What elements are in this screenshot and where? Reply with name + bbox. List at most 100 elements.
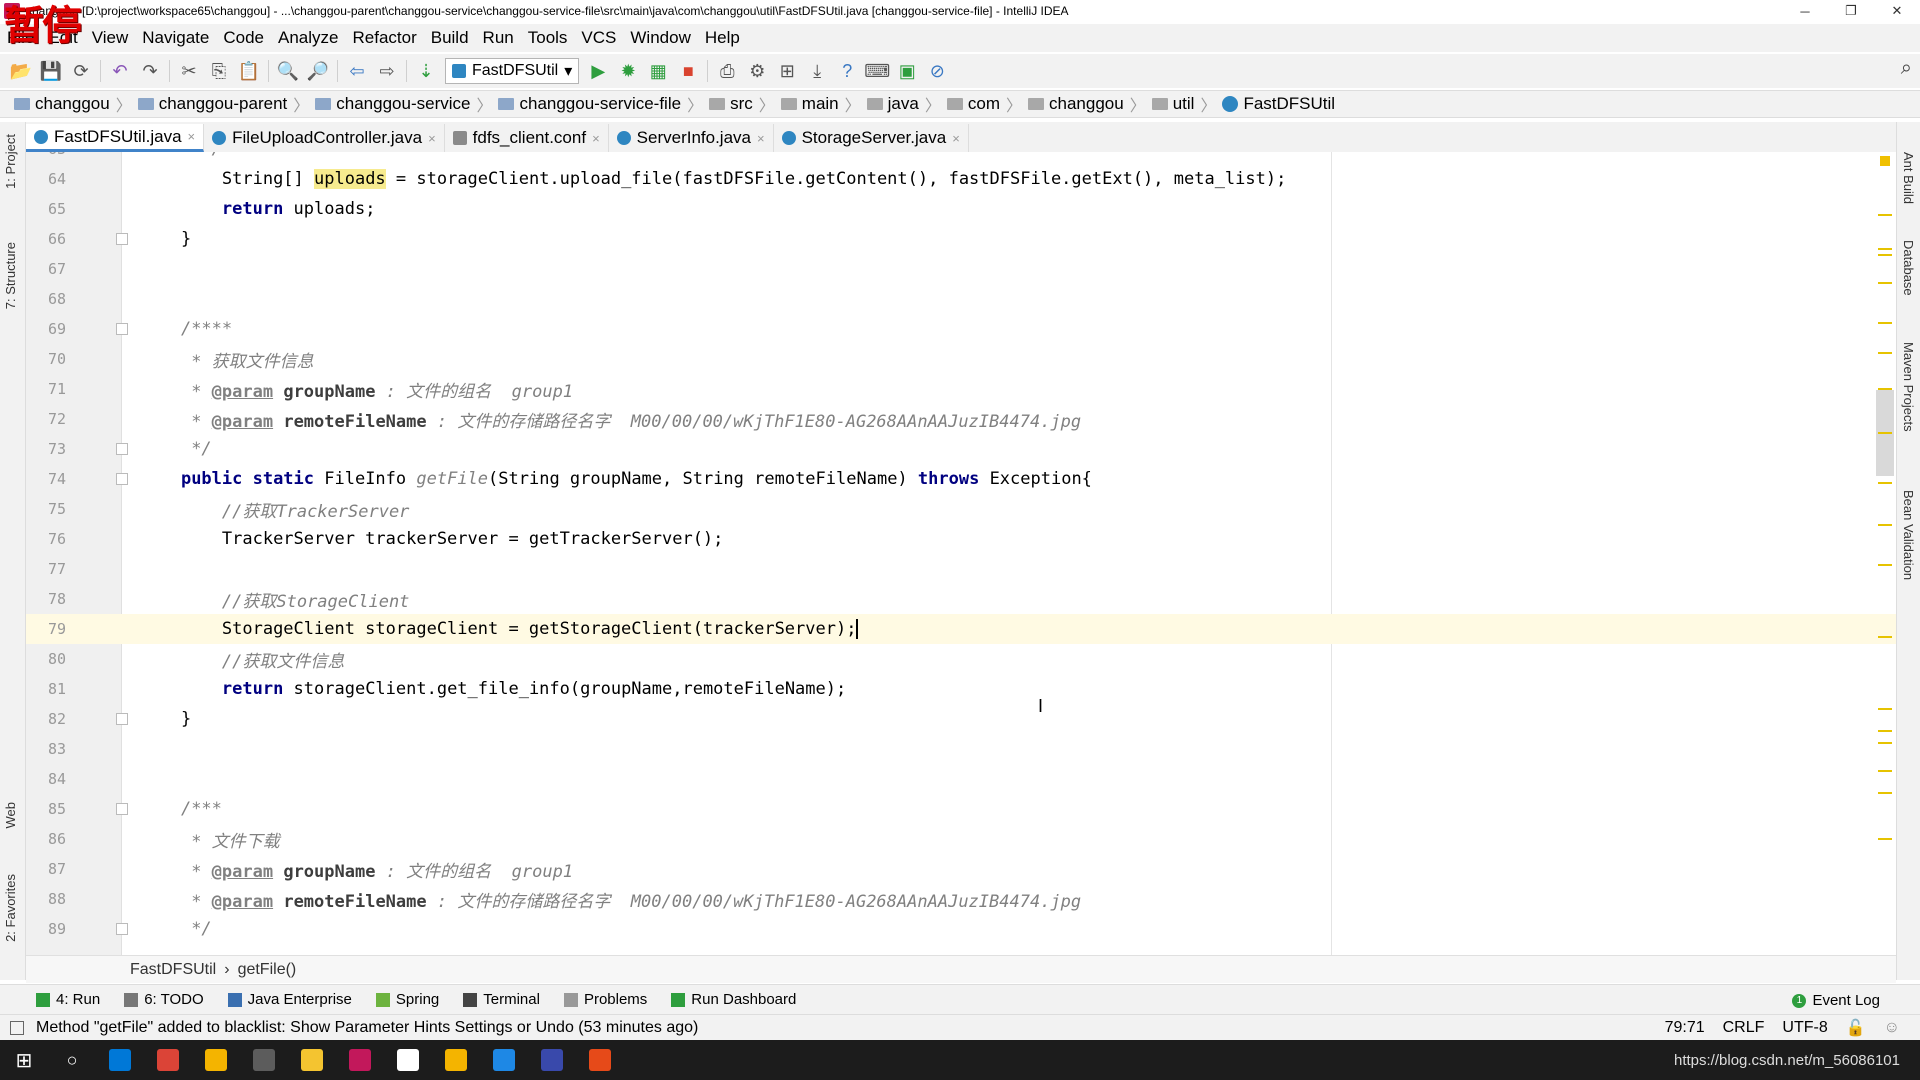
menu-refactor[interactable]: Refactor xyxy=(345,28,423,48)
tool-tab-database[interactable]: Database xyxy=(1901,240,1916,296)
breadcrumb-changgou-parent[interactable]: changgou-parent xyxy=(132,94,294,114)
breadcrumb-changgou-service[interactable]: changgou-service xyxy=(309,94,476,114)
fold-marker-icon[interactable] xyxy=(116,923,128,935)
download-icon[interactable]: ⤓ xyxy=(802,57,832,85)
warning-mark[interactable] xyxy=(1878,770,1892,772)
tool-tab-favorites[interactable]: 2: Favorites xyxy=(3,874,18,942)
code-line[interactable]: 86 * 文件下载 xyxy=(26,824,1896,854)
editor-tab[interactable]: ServerInfo.java × xyxy=(609,124,774,152)
settings-icon[interactable]: ⚙ xyxy=(742,57,772,85)
warning-mark[interactable] xyxy=(1878,636,1892,638)
code-line[interactable]: 84 xyxy=(26,764,1896,794)
tool-tab-bean-validation[interactable]: Bean Validation xyxy=(1901,490,1916,580)
editor-tab[interactable]: FastDFSUtil.java × xyxy=(26,124,205,152)
warning-mark[interactable] xyxy=(1878,742,1892,744)
breadcrumb-src[interactable]: src xyxy=(703,94,759,114)
code-line[interactable]: 82 } xyxy=(26,704,1896,734)
taskbar-app-icon[interactable] xyxy=(288,1040,336,1080)
menu-tools[interactable]: Tools xyxy=(521,28,575,48)
editor-tab[interactable]: fdfs_client.conf × xyxy=(445,124,609,152)
taskbar-app-icon[interactable] xyxy=(384,1040,432,1080)
taskbar-app-icon[interactable] xyxy=(96,1040,144,1080)
menu-vcs[interactable]: VCS xyxy=(574,28,623,48)
undo-icon[interactable]: ↶ xyxy=(105,57,135,85)
menu-code[interactable]: Code xyxy=(216,28,271,48)
editor-tab[interactable]: StorageServer.java × xyxy=(774,124,969,152)
warning-mark[interactable] xyxy=(1878,708,1892,710)
menu-build[interactable]: Build xyxy=(424,28,476,48)
back-icon[interactable]: ⇦ xyxy=(342,57,372,85)
code-editor[interactable]: 63 */64 String[] uploads = storageClient… xyxy=(26,152,1896,955)
taskbar-app-icon[interactable] xyxy=(144,1040,192,1080)
fold-marker-icon[interactable] xyxy=(116,443,128,455)
caret-position[interactable]: 79:71 xyxy=(1665,1019,1705,1037)
menu-navigate[interactable]: Navigate xyxy=(135,28,216,48)
line-separator[interactable]: CRLF xyxy=(1723,1019,1765,1037)
taskbar-app-icon[interactable] xyxy=(240,1040,288,1080)
code-line[interactable]: 74 public static FileInfo getFile(String… xyxy=(26,464,1896,494)
tool-window-button[interactable]: Problems xyxy=(563,991,647,1008)
redo-icon[interactable]: ↷ xyxy=(135,57,165,85)
tool-tab-ant-build[interactable]: Ant Build xyxy=(1901,152,1916,204)
warning-mark[interactable] xyxy=(1878,730,1892,732)
breadcrumb-changgou[interactable]: changgou xyxy=(1022,94,1130,114)
code-line[interactable]: 73 */ xyxy=(26,434,1896,464)
status-toggle-icon[interactable] xyxy=(10,1020,24,1035)
search-icon[interactable]: ○ xyxy=(48,1040,96,1080)
tool-tab-project[interactable]: 1: Project xyxy=(3,134,18,189)
breadcrumb-method[interactable]: getFile() xyxy=(238,961,297,979)
fold-marker-icon[interactable] xyxy=(116,323,128,335)
breadcrumb-fastdfsutil[interactable]: FastDFSUtil xyxy=(1216,94,1341,114)
tool-window-button[interactable]: Terminal xyxy=(463,991,540,1008)
code-line[interactable]: 75 //获取TrackerServer xyxy=(26,494,1896,524)
project-structure-icon[interactable]: ⊞ xyxy=(772,57,802,85)
cut-icon[interactable]: ✂ xyxy=(174,57,204,85)
warning-mark[interactable] xyxy=(1878,564,1892,566)
breadcrumb-com[interactable]: com xyxy=(941,94,1006,114)
code-line[interactable]: 65 return uploads; xyxy=(26,194,1896,224)
warning-mark[interactable] xyxy=(1878,352,1892,354)
close-button[interactable]: ✕ xyxy=(1874,0,1920,22)
attach-icon[interactable]: ⎙ xyxy=(712,57,742,85)
warning-mark[interactable] xyxy=(1878,524,1892,526)
build-icon[interactable]: ⇣ xyxy=(411,57,441,85)
breadcrumb-changgou[interactable]: changgou xyxy=(8,94,116,114)
menu-window[interactable]: Window xyxy=(623,28,697,48)
tool-tab-structure[interactable]: 7: Structure xyxy=(3,242,18,309)
warning-mark[interactable] xyxy=(1878,254,1892,256)
taskbar-app-icon[interactable] xyxy=(192,1040,240,1080)
editor-tab[interactable]: FileUploadController.java × xyxy=(204,124,445,152)
fold-marker-icon[interactable] xyxy=(116,473,128,485)
replace-icon[interactable]: 🔎 xyxy=(303,57,333,85)
tool-window-button[interactable]: Run Dashboard xyxy=(671,991,796,1008)
help-icon[interactable]: ? xyxy=(832,57,862,85)
taskbar-app-icon[interactable] xyxy=(576,1040,624,1080)
code-line[interactable]: 88 * @param remoteFileName : 文件的存储路径名字 M… xyxy=(26,884,1896,914)
run-configuration-select[interactable]: FastDFSUtil ▾ xyxy=(445,58,580,84)
tool-window-button[interactable]: Java Enterprise xyxy=(227,991,352,1008)
warning-mark[interactable] xyxy=(1878,214,1892,216)
debug-icon[interactable]: ✹ xyxy=(613,57,643,85)
minimize-button[interactable]: ─ xyxy=(1782,0,1828,22)
stop-icon[interactable]: ■ xyxy=(673,57,703,85)
code-line[interactable]: 78 //获取StorageClient xyxy=(26,584,1896,614)
copy-icon[interactable]: ⎘ xyxy=(204,57,234,85)
code-line[interactable]: 70 * 获取文件信息 xyxy=(26,344,1896,374)
taskbar-app-icon[interactable] xyxy=(528,1040,576,1080)
breadcrumb-class[interactable]: FastDFSUtil xyxy=(130,961,216,979)
code-line[interactable]: 67 xyxy=(26,254,1896,284)
taskbar-app-icon[interactable] xyxy=(336,1040,384,1080)
hector-icon[interactable]: ☺ xyxy=(1884,1019,1900,1037)
status-message[interactable]: Method "getFile" added to blacklist: Sho… xyxy=(36,1019,698,1037)
code-line[interactable]: 81 return storageClient.get_file_info(gr… xyxy=(26,674,1896,704)
code-line[interactable]: 72 * @param remoteFileName : 文件的存储路径名字 M… xyxy=(26,404,1896,434)
code-line[interactable]: 68 xyxy=(26,284,1896,314)
close-icon[interactable]: × xyxy=(428,131,436,146)
warning-mark[interactable] xyxy=(1878,838,1892,840)
event-log-button[interactable]: 1 Event Log xyxy=(1792,992,1880,1009)
save-all-icon[interactable]: 💾 xyxy=(36,57,66,85)
fold-marker-icon[interactable] xyxy=(116,713,128,725)
tool-window-button[interactable]: 4: Run xyxy=(36,991,100,1008)
run-icon[interactable]: ▶ xyxy=(583,57,613,85)
sync-icon[interactable]: ⟳ xyxy=(66,57,96,85)
